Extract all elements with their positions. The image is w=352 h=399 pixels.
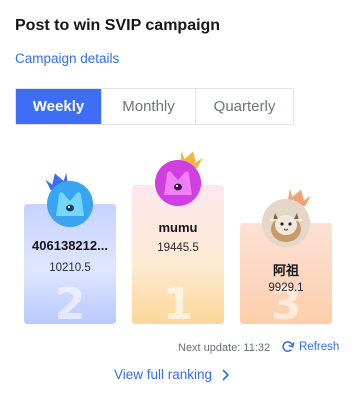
user-score: 9929.1 <box>268 282 304 294</box>
user-avatar-rank-2[interactable] <box>47 181 93 227</box>
refresh-icon <box>282 341 295 352</box>
tab-weekly[interactable]: Weekly <box>16 89 101 124</box>
m-logo-icon <box>47 181 93 227</box>
view-full-ranking-label: View full ranking <box>114 367 213 382</box>
m-logo-icon <box>155 160 201 206</box>
next-update-text: Next update: 11:32 <box>178 342 271 354</box>
chevron-right-icon <box>222 369 229 380</box>
user-avatar-rank-3[interactable] <box>262 199 310 247</box>
user-name: 406138212... <box>32 238 108 253</box>
rank-number: 2 <box>54 279 86 324</box>
user-name: 阿祖 <box>272 263 299 278</box>
refresh-button[interactable]: Refresh <box>281 340 339 354</box>
campaign-details-link[interactable]: Campaign details <box>15 51 119 66</box>
campaign-title: Post to win SVIP campaign <box>15 17 221 34</box>
cat-photo-icon <box>262 199 310 247</box>
period-tabs: Weekly Monthly Quarterly <box>15 88 294 125</box>
user-score: 10210.5 <box>49 262 91 274</box>
tab-monthly[interactable]: Monthly <box>101 89 195 124</box>
rank-number: 1 <box>162 279 194 324</box>
user-avatar-rank-1[interactable] <box>155 160 201 206</box>
view-full-ranking-link[interactable]: View full ranking <box>114 367 230 382</box>
tab-quarterly[interactable]: Quarterly <box>195 89 293 124</box>
refresh-label: Refresh <box>299 341 340 353</box>
user-name: mumu <box>158 220 198 235</box>
user-score: 19445.5 <box>157 242 199 254</box>
